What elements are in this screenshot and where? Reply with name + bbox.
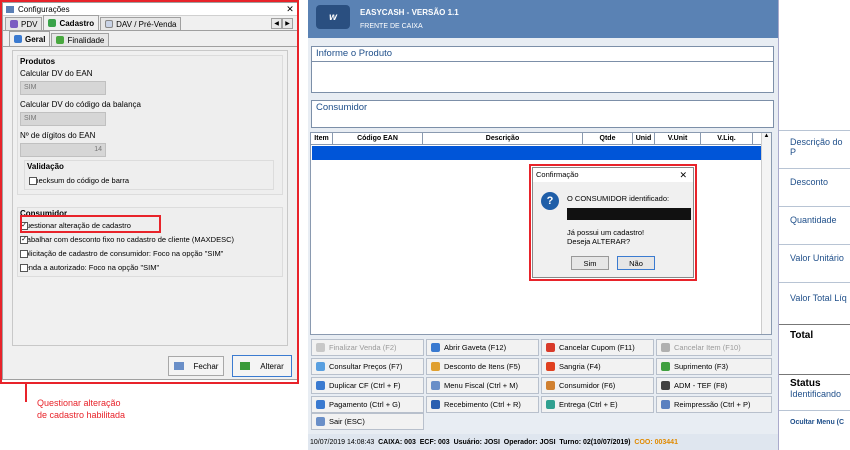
desconto-label: Desconto [779,168,850,206]
abrir-gaveta-button[interactable]: Abrir Gaveta (F12) [426,339,539,356]
ocultar-menu-link[interactable]: Ocultar Menu (C [779,410,850,434]
payment-icon [316,400,325,409]
informe-produto-title: Informe o Produto [312,47,773,62]
status-coo: COO: 003441 [634,438,678,446]
finalizar-venda-button[interactable]: Finalizar Venda (F2) [311,339,424,356]
quantidade-label: Quantidade [779,206,850,244]
sair-button[interactable]: Sair (ESC) [311,413,424,430]
table-row[interactable] [312,146,762,160]
printer-icon [661,400,670,409]
col-vliq: V.Liq. [701,133,753,144]
consumidor-button[interactable]: Consumidor (F6) [541,377,654,394]
check-icon [316,343,325,352]
descricao-label: Descrição do P [779,130,850,168]
total-label: Total [779,324,850,374]
consultar-precos-button[interactable]: Consultar Preços (F7) [311,358,424,375]
user-icon [661,381,670,390]
annotation-line [25,384,27,402]
easycash-title: EASYCASH - VERSÃO 1.1 [360,8,459,17]
valor-total-label: Valor Total Líq [779,282,850,324]
col-item: Item [311,133,333,144]
status-usuario: Usuário: JOSI [453,438,500,446]
recebimento-button[interactable]: Recebimento (Ctrl + R) [426,396,539,413]
col-descricao: Descrição [423,133,583,144]
config-highlight-box [0,0,299,384]
delivery-icon [546,400,555,409]
dialog-highlight-box [529,164,697,281]
annotation-text: Questionar alteração de cadastro habilit… [37,397,125,421]
warning-icon [546,362,555,371]
scroll-up-icon[interactable]: ▲ [762,133,771,139]
pagamento-button[interactable]: Pagamento (Ctrl + G) [311,396,424,413]
consumidor-box: Consumidor [311,100,774,128]
reimpressao-button[interactable]: Reimpressão (Ctrl + P) [656,396,772,413]
easycash-header: w EASYCASH - VERSÃO 1.1 FRENTE DE CAIXA [308,0,778,38]
status-bar: 10/07/2019 14:08:43 CAIXA: 003 ECF: 003 … [308,434,778,450]
money-icon [661,362,670,371]
grid-header: Item Código EAN Descrição Qtde Unid V.Un… [311,133,771,145]
col-qtde: Qtde [583,133,633,144]
status-operador: Operador: JOSI [503,438,556,446]
identificando-text: Identificando [790,389,842,399]
status-datetime: 10/07/2019 14:08:43 [310,438,375,446]
consumidor-title: Consumidor [312,101,773,116]
annotation-line2: de cadastro habilitada [37,410,126,420]
document-icon [431,381,440,390]
exit-icon [316,417,325,426]
status-turno: Turno: 02(10/07/2019) [559,438,631,446]
flag-icon [546,343,555,352]
users-icon [546,381,555,390]
grid-scrollbar[interactable]: ▲ [761,133,771,334]
valor-unitario-label: Valor Unitário [779,244,850,282]
status-label: Status Identificando [779,374,850,410]
status-ecf: ECF: 003 [419,438,450,446]
desconto-itens-button[interactable]: Desconto de Itens (F5) [426,358,539,375]
right-panel: Descrição do P Desconto Quantidade Valor… [778,0,850,450]
search-icon [316,362,325,371]
duplicar-cf-button[interactable]: Duplicar CF (Ctrl + F) [311,377,424,394]
col-unid: Unid [633,133,655,144]
discount-icon [431,362,440,371]
col-vunit: V.Unit [655,133,701,144]
cancelar-item-button[interactable]: Cancelar Item (F10) [656,339,772,356]
option-highlight-box [20,215,161,233]
drawer-icon [431,343,440,352]
annotation-line1: Questionar alteração [37,398,121,408]
col-codigo-ean: Código EAN [333,133,423,144]
easycash-subtitle: FRENTE DE CAIXA [360,23,423,30]
entrega-button[interactable]: Entrega (Ctrl + E) [541,396,654,413]
easycash-logo: w [316,5,350,29]
menu-fiscal-button[interactable]: Menu Fiscal (Ctrl + M) [426,377,539,394]
sangria-button[interactable]: Sangria (F4) [541,358,654,375]
informe-produto-box: Informe o Produto [311,46,774,93]
adm-tef-button[interactable]: ADM - TEF (F8) [656,377,772,394]
status-caixa: CAIXA: 003 [378,438,416,446]
cancelar-cupom-button[interactable]: Cancelar Cupom (F11) [541,339,654,356]
arrow-down-icon [431,400,440,409]
suprimento-button[interactable]: Suprimento (F3) [656,358,772,375]
duplicate-icon [316,381,325,390]
cancel-icon [661,343,670,352]
